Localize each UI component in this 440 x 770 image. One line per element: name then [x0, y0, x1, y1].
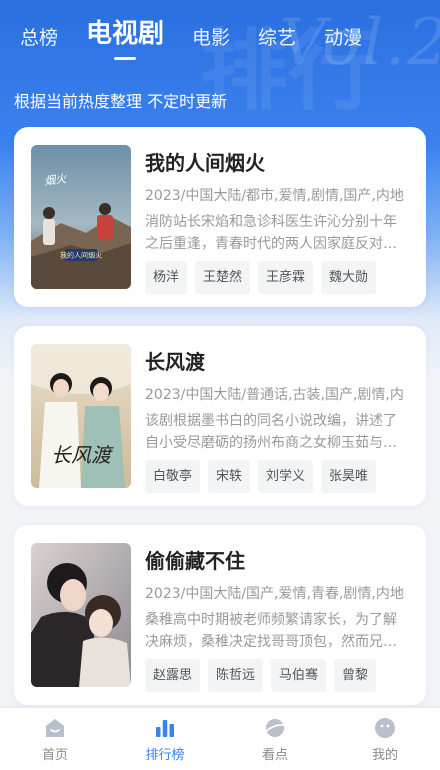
face-icon [375, 718, 395, 738]
actor-tag[interactable]: 刘学义 [258, 460, 314, 493]
show-title[interactable]: 我的人间烟火 [145, 147, 265, 176]
nav-home[interactable]: 首页 [0, 708, 110, 770]
poster-image[interactable]: 我的人间烟火 烟火 [31, 145, 131, 289]
show-meta: 2023/中国大陆/国产,爱情,青春,剧情,内地 [145, 586, 404, 602]
actor-tag[interactable]: 曾黎 [334, 659, 377, 692]
page-subtitle: 根据当前热度整理 不定时更新 [14, 92, 228, 111]
show-description: 桑稚高中时期被老师频繁请家长，为了解决麻烦，桑稚决定找哥哥顶包，然而兄… [145, 612, 397, 650]
actor-tag[interactable]: 魏大勋 [321, 261, 377, 294]
show-card[interactable]: 长风渡 长风渡 2023/中国大陆/普通话,古装,国产,剧情,内 该剧根据墨书白… [14, 326, 426, 506]
actor-tag[interactable]: 赵露思 [145, 659, 201, 692]
bottom-navigation: 首页 排行榜 看点 我的 [0, 708, 440, 770]
actor-tag[interactable]: 马伯骞 [271, 659, 327, 692]
planet-icon [265, 719, 285, 737]
show-title[interactable]: 长风渡 [145, 346, 205, 375]
nav-label: 我的 [371, 748, 398, 763]
category-tabs: 总榜 电视剧 电影 综艺 动漫 [20, 14, 390, 60]
poster-caption: 长风渡 [51, 443, 114, 467]
actor-tag[interactable]: 白敬亭 [145, 460, 201, 493]
tab-anime[interactable]: 动漫 [324, 23, 362, 60]
show-description: 该剧根据墨书白的同名小说改编，讲述了自小受尽磨砺的扬州布商之女柳玉茹与… [145, 413, 397, 451]
nav-label: 看点 [261, 748, 288, 763]
home-icon [46, 719, 64, 737]
tab-movie[interactable]: 电影 [192, 23, 230, 60]
actor-tag[interactable]: 王楚然 [195, 261, 251, 294]
actor-tag[interactable]: 王彦霖 [258, 261, 314, 294]
nav-label: 首页 [41, 748, 68, 763]
nav-ranking[interactable]: 排行榜 [110, 708, 220, 770]
nav-label: 排行榜 [145, 748, 185, 763]
actor-tag[interactable]: 陈哲远 [208, 659, 264, 692]
show-card[interactable]: 我的人间烟火 烟火 我的人间烟火 2023/中国大陆/都市,爱情,剧情,国产,内… [14, 127, 426, 307]
actor-tag[interactable]: 张昊唯 [321, 460, 377, 493]
actor-tag[interactable]: 宋轶 [208, 460, 251, 493]
nav-profile[interactable]: 我的 [330, 708, 440, 770]
chart-icon [156, 720, 174, 737]
poster-image[interactable]: 长风渡 [31, 344, 131, 488]
show-card[interactable]: 偷偷藏不住 2023/中国大陆/国产,爱情,青春,剧情,内地 桑稚高中时期被老师… [14, 525, 426, 705]
actor-tag[interactable]: 杨洋 [145, 261, 188, 294]
show-meta: 2023/中国大陆/都市,爱情,剧情,国产,内地 [145, 188, 404, 204]
actor-list: 白敬亭 宋轶 刘学义 张昊唯 [145, 460, 384, 493]
tab-all[interactable]: 总榜 [20, 23, 58, 60]
tab-variety[interactable]: 综艺 [258, 23, 296, 60]
show-description: 消防站长宋焰和急诊科医生许沁分别十年之后重逢，青春时代的两人因家庭反对… [145, 214, 397, 252]
actor-list: 赵露思 陈哲远 马伯骞 曾黎 [145, 659, 384, 692]
tab-tv[interactable]: 电视剧 [86, 13, 164, 60]
show-meta: 2023/中国大陆/普通话,古装,国产,剧情,内 [145, 387, 404, 403]
poster-image[interactable] [31, 543, 131, 687]
nav-highlights[interactable]: 看点 [220, 708, 330, 770]
poster-caption: 我的人间烟火 [60, 251, 102, 260]
actor-list: 杨洋 王楚然 王彦霖 魏大勋 [145, 261, 384, 294]
show-title[interactable]: 偷偷藏不住 [145, 545, 245, 574]
